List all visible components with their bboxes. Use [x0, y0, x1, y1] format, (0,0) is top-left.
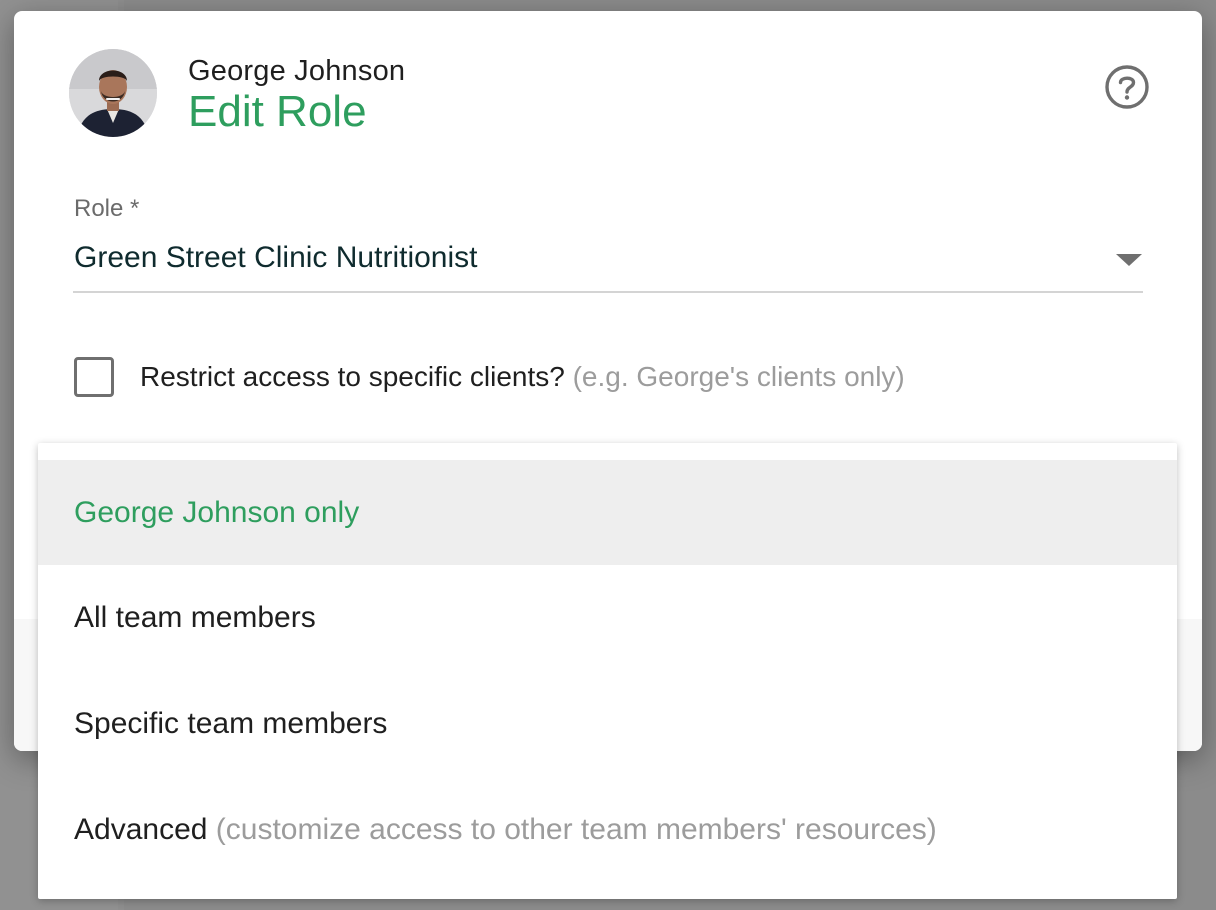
role-select-value: Green Street Clinic Nutritionist [74, 241, 478, 274]
avatar [69, 49, 157, 137]
menu-item-label-text: Advanced [74, 813, 208, 846]
restrict-access-hint: (e.g. George's clients only) [572, 361, 905, 392]
menu-item-label-text: All team members [74, 601, 316, 634]
menu-item-label: George Johnson only [74, 496, 359, 530]
menu-item-specific-team-members[interactable]: Specific team members [38, 671, 1177, 776]
menu-item-label-text: Specific team members [74, 707, 388, 740]
menu-item-label: Specific team members [74, 707, 387, 741]
role-label: Role * [74, 195, 140, 222]
menu-item-all-team-members[interactable]: All team members [38, 565, 1177, 670]
access-options-menu: George Johnson only All team members Spe… [38, 443, 1177, 899]
role-select[interactable]: Green Street Clinic Nutritionist [73, 233, 1143, 293]
menu-item-hint: (customize access to other team members'… [215, 813, 937, 846]
help-circle-icon[interactable] [1104, 64, 1150, 110]
menu-item-label-text: George Johnson only [74, 496, 360, 529]
restrict-access-label: Restrict access to specific clients? (e.… [140, 361, 905, 393]
menu-item-advanced[interactable]: Advanced (customize access to other team… [38, 777, 1177, 882]
caret-down-icon [1115, 253, 1143, 267]
menu-item-label: All team members [74, 601, 316, 635]
menu-item-label: Advanced (customize access to other team… [74, 813, 937, 847]
dialog-title: Edit Role [188, 87, 367, 136]
restrict-access-label-text: Restrict access to specific clients? [140, 361, 565, 392]
restrict-access-checkbox[interactable] [74, 357, 114, 397]
menu-item-george-johnson-only[interactable]: George Johnson only [38, 460, 1177, 565]
user-name: George Johnson [188, 55, 406, 87]
